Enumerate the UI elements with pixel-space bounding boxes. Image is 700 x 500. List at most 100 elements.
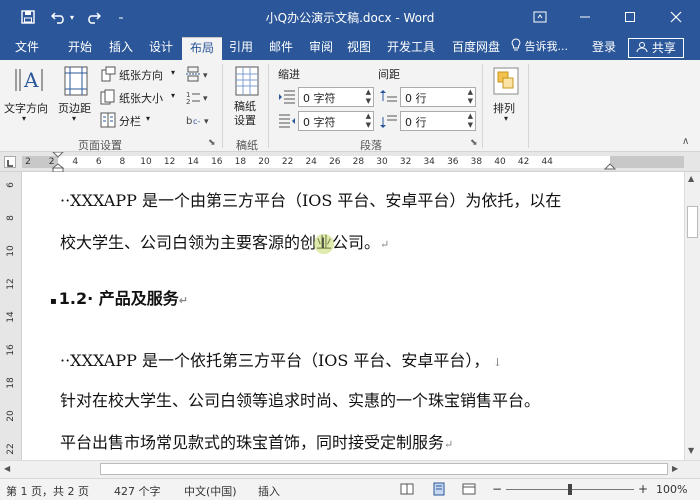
scroll-down-icon[interactable]: ▼ [688, 446, 694, 455]
paragraph-line[interactable]: ··XXXAPP 是一个依托第三方平台（IOS 平台、安卓平台）， ↓ [60, 347, 502, 371]
right-indent-marker-icon[interactable] [603, 160, 617, 172]
tab-file[interactable]: 文件 [6, 34, 48, 60]
tab-mailings[interactable]: 邮件 [262, 34, 300, 60]
tab-developer[interactable]: 开发工具 [380, 34, 442, 60]
customize-toolbar-icon[interactable]: ₌ [110, 7, 132, 27]
group-separator [222, 64, 223, 148]
tab-insert[interactable]: 插入 [101, 34, 141, 60]
spacing-after-spinner-icon[interactable]: ▲ ▼ [468, 112, 473, 130]
indent-right-icon [278, 113, 296, 129]
undo-dropdown-icon[interactable]: ▾ [66, 7, 78, 27]
manuscript-settings-button[interactable]: 稿纸设置 [234, 100, 262, 128]
tab-baidu-netdisk[interactable]: 百度网盘 [444, 34, 508, 60]
collapse-ribbon-icon[interactable]: ∧ [682, 136, 689, 147]
arrange-icon[interactable] [492, 66, 520, 96]
horizontal-scroll-thumb[interactable] [100, 463, 668, 475]
margins-icon[interactable] [62, 66, 90, 96]
section-heading-text: 1.2· 产品及服务 [58, 289, 179, 308]
language-status[interactable]: 中文(中国) [184, 483, 237, 499]
columns-dropdown-icon[interactable]: ▾ [146, 114, 150, 123]
share-button[interactable]: 共享 [628, 38, 684, 58]
scroll-up-icon[interactable]: ▲ [688, 174, 694, 183]
scroll-right-icon[interactable]: ▶ [672, 464, 678, 473]
hyphenation-icon[interactable]: b c- ▾ [186, 112, 214, 128]
document-page[interactable]: ··XXXAPP 是一个由第三方平台（IOS 平台、安卓平台）为依托，以在 校大… [22, 172, 684, 460]
vertical-scroll-thumb[interactable] [687, 206, 698, 238]
size-icon[interactable] [100, 89, 116, 105]
ribbon-display-options-icon[interactable] [518, 0, 562, 34]
login-button[interactable]: 登录 [585, 34, 623, 60]
tab-layout[interactable]: 布局 [182, 37, 222, 60]
lightbulb-icon [511, 38, 521, 51]
horizontal-scrollbar[interactable]: ◀ ▶ [0, 460, 700, 478]
zoom-in-icon[interactable]: + [638, 482, 648, 496]
paragraph-line[interactable]: 校大学生、公司白领为主要客源的创业公司。↵ [60, 229, 389, 253]
svg-text:A: A [23, 68, 39, 92]
indent-left-input[interactable]: 0 字符 ▲ ▼ [298, 87, 374, 107]
indent-left-value: 0 字符 [303, 92, 336, 105]
redo-icon[interactable] [82, 7, 104, 27]
vertical-scrollbar[interactable]: ▲ ▼ [684, 172, 700, 460]
read-mode-icon[interactable] [400, 482, 414, 499]
page-setup-launcher-icon[interactable]: ⬊ [208, 138, 216, 148]
tab-home[interactable]: 开始 [60, 34, 100, 60]
zoom-slider-thumb[interactable] [568, 484, 572, 495]
tab-selector-icon[interactable] [4, 156, 16, 168]
zoom-level[interactable]: 100% [656, 483, 687, 496]
vruler-tick-label: 18 [6, 377, 16, 389]
paragraph-launcher-icon[interactable]: ⬊ [470, 138, 478, 148]
orientation-label[interactable]: 纸张方向 [119, 67, 163, 83]
tab-view[interactable]: 视图 [340, 34, 378, 60]
spacing-after-input[interactable]: 0 行 ▲ ▼ [400, 111, 476, 131]
indent-right-input[interactable]: 0 字符 ▲ ▼ [298, 111, 374, 131]
web-layout-icon[interactable] [462, 482, 476, 499]
line-numbers-icon[interactable]: 1 2 ▾ [186, 89, 214, 106]
text-direction-dropdown-icon[interactable]: ▾ [22, 114, 26, 123]
maximize-button[interactable] [608, 0, 652, 34]
indent-left-spinner-icon[interactable]: ▲ ▼ [366, 88, 371, 106]
spacing-before-spinner-icon[interactable]: ▲ ▼ [468, 88, 473, 106]
vertical-ruler[interactable]: 6 8 10 12 14 16 18 20 22 [0, 172, 22, 460]
text-direction-icon[interactable]: A [10, 65, 48, 95]
orientation-dropdown-icon[interactable]: ▾ [171, 68, 175, 77]
paragraph-line[interactable]: 平台出售市场常见款式的珠宝首饰，同时接受定制服务↵ [60, 429, 453, 453]
breaks-icon[interactable]: ▾ [186, 66, 214, 82]
scroll-left-icon[interactable]: ◀ [4, 464, 10, 473]
tab-references[interactable]: 引用 [222, 34, 260, 60]
zoom-out-icon[interactable]: − [492, 482, 502, 496]
size-label[interactable]: 纸张大小 [119, 90, 163, 106]
paragraph-group-label: 段落 [360, 139, 382, 152]
columns-icon[interactable] [100, 112, 116, 128]
indent-marker-icon[interactable] [51, 151, 65, 173]
section-heading[interactable]: ▪ 1.2· 产品及服务↵ [50, 285, 188, 309]
ribbon-tabs: 文件 开始 插入 设计 布局 引用 邮件 审阅 视图 开发工具 百度网盘 告诉我… [0, 34, 700, 60]
word-count[interactable]: 427 个字 [114, 483, 161, 499]
tab-review[interactable]: 审阅 [302, 34, 340, 60]
tab-design[interactable]: 设计 [141, 34, 181, 60]
paragraph-line[interactable]: 针对在校大学生、公司白领等追求时尚、实惠的一个珠宝销售平台。 [60, 387, 540, 411]
horizontal-ruler[interactable]: 2 2 4 6 8 10 12 14 16 18 20 22 24 26 28 30 32 34 36 38 40 42 4… [0, 151, 700, 173]
close-button[interactable] [654, 0, 698, 34]
tell-me-search[interactable]: 告诉我... [511, 34, 579, 60]
print-layout-icon[interactable] [432, 482, 446, 499]
margins-dropdown-icon[interactable]: ▾ [72, 114, 76, 123]
arrange-dropdown-icon[interactable]: ▾ [504, 114, 508, 123]
columns-label[interactable]: 分栏 [119, 113, 141, 129]
manuscript-icon[interactable] [234, 66, 260, 96]
indent-right-spinner-icon[interactable]: ▲ ▼ [366, 112, 371, 130]
size-dropdown-icon[interactable]: ▾ [171, 91, 175, 100]
paragraph-mark-icon: ↵ [178, 294, 188, 307]
status-bar: 第 1 页，共 2 页 427 个字 中文(中国) 插入 − + 100% [0, 478, 700, 500]
save-icon[interactable] [17, 7, 39, 27]
orientation-icon[interactable] [100, 66, 116, 82]
paragraph-line-text: 平台出售市场常见款式的珠宝首饰，同时接受定制服务 [60, 433, 445, 452]
minimize-button[interactable] [563, 0, 607, 34]
paragraph-line[interactable]: ··XXXAPP 是一个由第三方平台（IOS 平台、安卓平台）为依托，以在 [60, 187, 561, 211]
indent-right-value: 0 字符 [303, 116, 336, 129]
spacing-before-input[interactable]: 0 行 ▲ ▼ [400, 87, 476, 107]
ruler-tick-label: 40 [494, 157, 506, 167]
vruler-tick-label: 22 [6, 443, 16, 455]
page-count[interactable]: 第 1 页，共 2 页 [6, 483, 89, 499]
group-separator [528, 64, 529, 148]
insert-mode-status[interactable]: 插入 [258, 483, 280, 499]
